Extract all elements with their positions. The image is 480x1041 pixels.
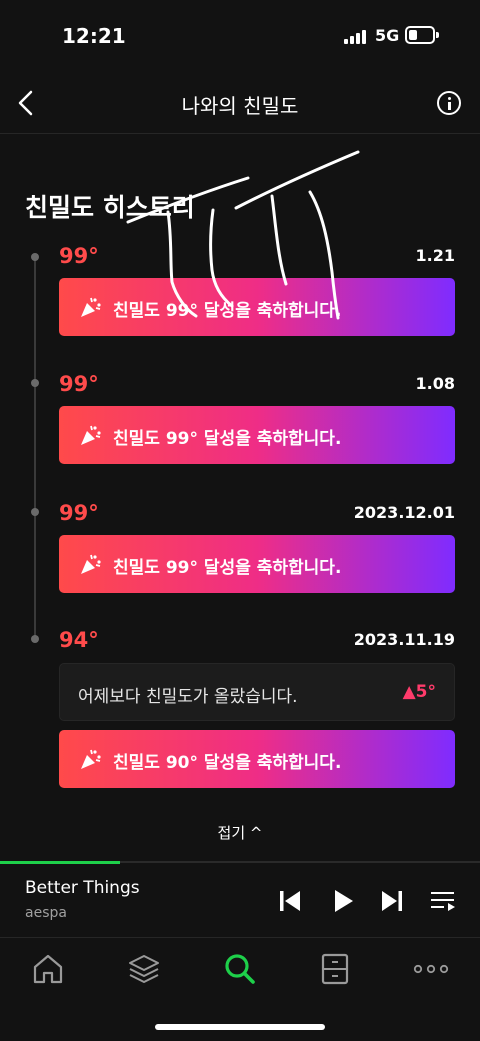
history-title: 친밀도 히스토리: [25, 193, 195, 222]
track-title: Better Things: [25, 878, 140, 898]
party-popper-icon: [81, 749, 101, 769]
battery-icon: [405, 26, 439, 44]
page-title: 나와의 친밀도: [181, 94, 299, 118]
next-icon[interactable]: [379, 888, 405, 914]
timeline-dot: [31, 508, 39, 516]
degree-value: 94°: [59, 628, 99, 652]
degree-value: 99°: [59, 501, 99, 525]
timeline-dot: [31, 635, 39, 643]
network-label: 5G: [375, 26, 400, 45]
celebration-banner[interactable]: 친밀도 90° 달성을 축하합니다.: [59, 730, 455, 788]
play-icon[interactable]: [330, 888, 356, 914]
party-popper-icon: [81, 554, 101, 574]
timeline-dot: [31, 253, 39, 261]
entry-date: 1.21: [415, 246, 455, 265]
banner-text: 친밀도 99° 달성을 축하합니다.: [113, 301, 342, 321]
banner-text: 친밀도 90° 달성을 축하합니다.: [113, 753, 342, 773]
layers-icon[interactable]: [127, 952, 161, 986]
track-artist: aespa: [25, 905, 67, 921]
degree-value: 99°: [59, 372, 99, 396]
banner-text: 친밀도 99° 달성을 축하합니다.: [113, 429, 342, 449]
library-icon[interactable]: [318, 952, 352, 986]
entry-date: 2023.11.19: [353, 630, 455, 649]
mini-player[interactable]: Better Things aespa: [0, 864, 480, 938]
celebration-banner[interactable]: 친밀도 99° 달성을 축하합니다.: [59, 278, 455, 336]
more-icon[interactable]: [413, 952, 449, 986]
home-icon[interactable]: [31, 952, 65, 986]
home-indicator: [155, 1024, 325, 1030]
celebration-banner[interactable]: 친밀도 99° 달성을 축하합니다.: [59, 406, 455, 464]
banner-text: 친밀도 99° 달성을 축하합니다.: [113, 558, 342, 578]
signal-icon: [344, 28, 368, 44]
entry-date: 2023.12.01: [353, 503, 455, 522]
status-bar: 12:21 5G: [0, 0, 480, 72]
party-popper-icon: [81, 425, 101, 445]
change-delta: ▲5°: [402, 682, 436, 702]
change-message: 어제보다 친밀도가 올랐습니다. ▲5°: [59, 663, 455, 721]
party-popper-icon: [81, 297, 101, 317]
entry-date: 1.08: [415, 374, 455, 393]
timeline-dot: [31, 379, 39, 387]
change-message-text: 어제보다 친밀도가 올랐습니다.: [78, 687, 298, 707]
queue-icon[interactable]: [430, 888, 456, 914]
status-time: 12:21: [62, 24, 126, 48]
timeline-line: [34, 258, 36, 638]
previous-icon[interactable]: [277, 888, 303, 914]
celebration-banner[interactable]: 친밀도 99° 달성을 축하합니다.: [59, 535, 455, 593]
nav-bar: 나와의 친밀도: [0, 72, 480, 134]
info-icon[interactable]: [437, 91, 461, 115]
degree-value: 99°: [59, 244, 99, 268]
search-icon[interactable]: [223, 952, 257, 986]
collapse-button[interactable]: 접기 ^: [0, 822, 480, 843]
